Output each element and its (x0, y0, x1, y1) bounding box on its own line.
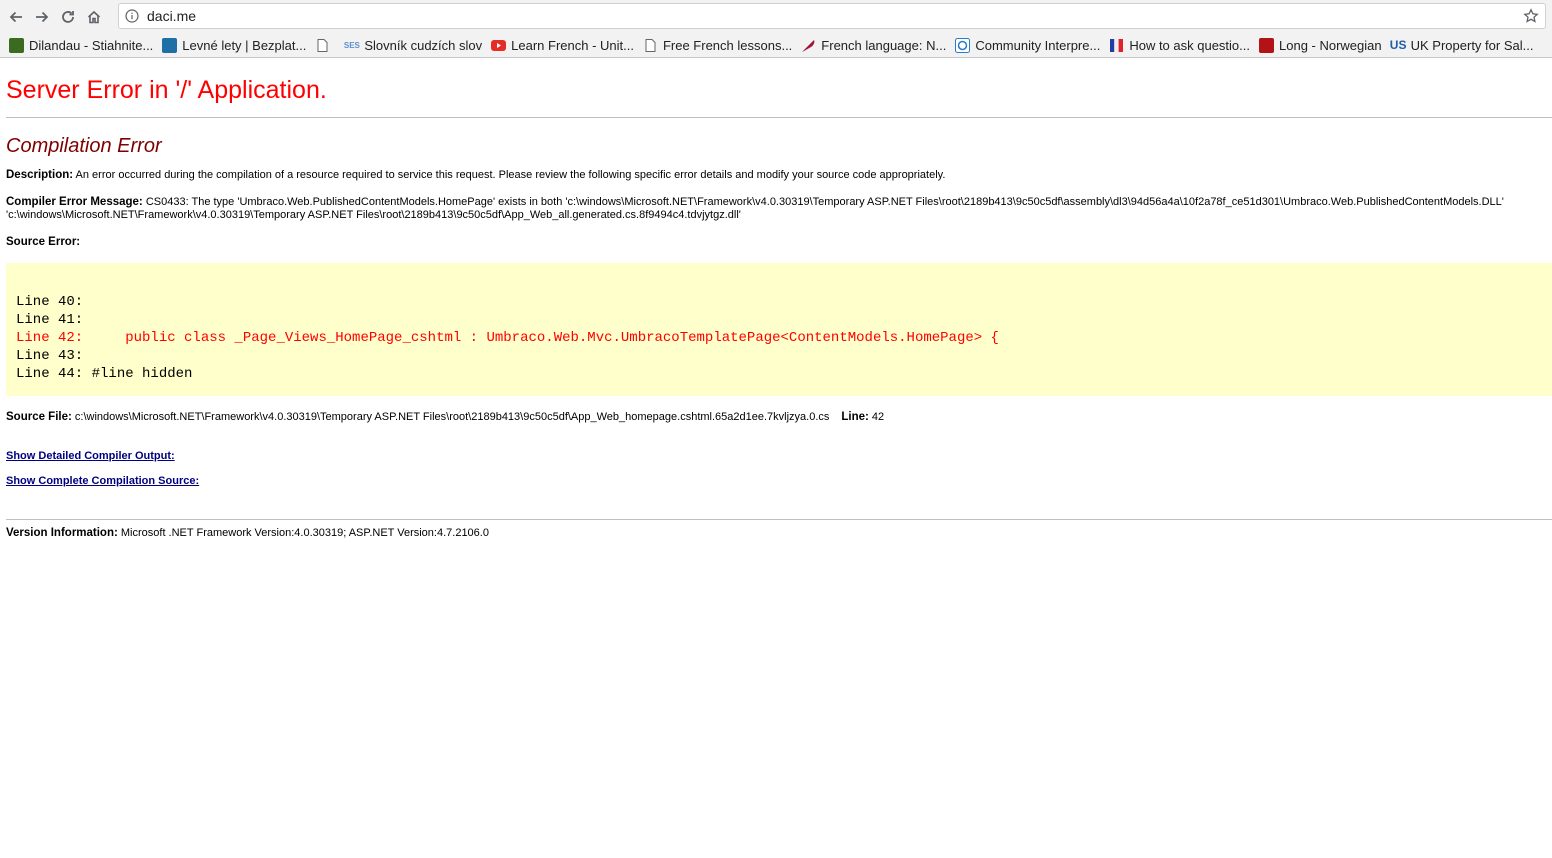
compiler-error-text-cont: 'c:\windows\Microsoft.NET\Framework\v4.0… (6, 209, 741, 221)
bookmark-item[interactable]: Long - Norwegian (1259, 37, 1382, 53)
home-button[interactable] (81, 4, 107, 30)
home-icon (87, 10, 101, 23)
bookmark-item[interactable]: Dilandau - Stiahnite... (9, 37, 154, 53)
bookmark-label: Dilandau - Stiahnite... (29, 37, 154, 53)
reload-icon (62, 10, 74, 23)
bookmark-label: Levné lety | Bezplat... (182, 37, 307, 53)
bookmark-item[interactable] (315, 38, 335, 53)
bookmark-item[interactable]: Learn French - Unit... (491, 38, 634, 53)
source-code-block: Line 40: Line 41: Line 42: public class _P… (6, 263, 1552, 396)
code-line-error: Line 42: public class _Page_Views_HomePa… (16, 330, 999, 346)
compiler-error-label: Compiler Error Message: (6, 196, 143, 208)
description-text: An error occurred during the compilation… (73, 169, 946, 181)
youtube-icon (491, 38, 507, 53)
version-information: Version Information: Microsoft .NET Fram… (6, 527, 1546, 540)
line-number: 42 (868, 411, 885, 423)
info-icon[interactable] (125, 9, 139, 23)
source-error-label: Source Error: (6, 236, 81, 248)
compiler-error-message: Compiler Error Message: CS0433: The type… (6, 196, 1546, 222)
bookmark-item[interactable]: French language: N... (801, 38, 946, 53)
error-subtitle: Compilation Error (6, 135, 162, 157)
bookmark-label: French language: N... (821, 37, 947, 53)
bookmark-label: Slovník cudzích slov (364, 37, 483, 53)
flag-icon (1109, 38, 1124, 53)
bookmark-item[interactable]: Free French lessons... (643, 38, 792, 53)
reload-button[interactable] (55, 4, 81, 30)
bookmark-label: UK Property for Sal... (1410, 37, 1534, 53)
back-button[interactable] (3, 4, 29, 30)
page-icon-icon (643, 38, 658, 53)
page-icon-icon (315, 38, 330, 53)
address-bar[interactable] (118, 3, 1546, 29)
code-line: Line 40: (16, 294, 84, 310)
forward-button[interactable] (29, 4, 55, 30)
quill-icon (801, 38, 816, 53)
bookmarks-bar: Dilandau - Stiahnite... Levné lety | Bezp… (0, 33, 1552, 58)
bookmark-star-icon[interactable] (1523, 8, 1539, 24)
error-page: Server Error in '/' Application. Compila… (0, 58, 1552, 540)
version-text: Microsoft .NET Framework Version:4.0.303… (117, 527, 489, 539)
url-input[interactable] (145, 7, 1509, 25)
arrow-right-icon (36, 11, 49, 22)
arrow-left-icon (9, 11, 22, 22)
source-error: Source Error: (6, 236, 1546, 249)
kiwi-icon (162, 37, 178, 53)
bookmark-item[interactable]: US UK Property for Sal... (1389, 37, 1534, 53)
bookmark-item[interactable]: SES Slovník cudzích slov (344, 38, 482, 53)
code-line: Line 43: (16, 348, 84, 364)
compiler-error-text: CS0433: The type 'Umbraco.Web.PublishedC… (142, 196, 1504, 208)
source-file: Source File: c:\windows\Microsoft.NET\Fr… (6, 411, 1546, 424)
version-label: Version Information: (6, 527, 118, 539)
bookmark-label: Community Interpre... (975, 37, 1101, 53)
description: Description: An error occurred during th… (6, 169, 1546, 182)
bookmark-item[interactable]: How to ask questio... (1109, 38, 1250, 53)
us-icon: US (1389, 38, 1407, 52)
bookmark-label: How to ask questio... (1129, 37, 1250, 53)
description-label: Description: (6, 169, 74, 181)
bookmark-label: Learn French - Unit... (511, 37, 634, 53)
divider (6, 519, 1552, 520)
show-compilation-source-link[interactable]: Show Complete Compilation Source: (6, 475, 1546, 488)
browser-toolbar (0, 0, 1552, 33)
page-title: Server Error in '/' Application. (6, 76, 327, 104)
code-line: Line 44: #line hidden (16, 366, 193, 382)
source-file-path: c:\windows\Microsoft.NET\Framework\v4.0.… (71, 411, 830, 423)
community-icon (955, 37, 971, 53)
bookmark-item[interactable]: Levné lety | Bezplat... (162, 37, 307, 53)
divider (6, 117, 1552, 118)
long-icon (1259, 37, 1274, 53)
line-label: Line: (841, 411, 869, 423)
show-compiler-output-link[interactable]: Show Detailed Compiler Output: (6, 450, 1546, 463)
dilandau-icon (9, 37, 24, 53)
bookmark-item[interactable]: Community Interpre... (955, 37, 1101, 53)
bookmark-label: Free French lessons... (662, 37, 793, 53)
source-file-label: Source File: (6, 411, 72, 423)
code-line: Line 41: (16, 312, 84, 328)
bookmark-label: Long - Norwegian (1279, 37, 1382, 53)
ses-icon: SES (343, 40, 360, 50)
